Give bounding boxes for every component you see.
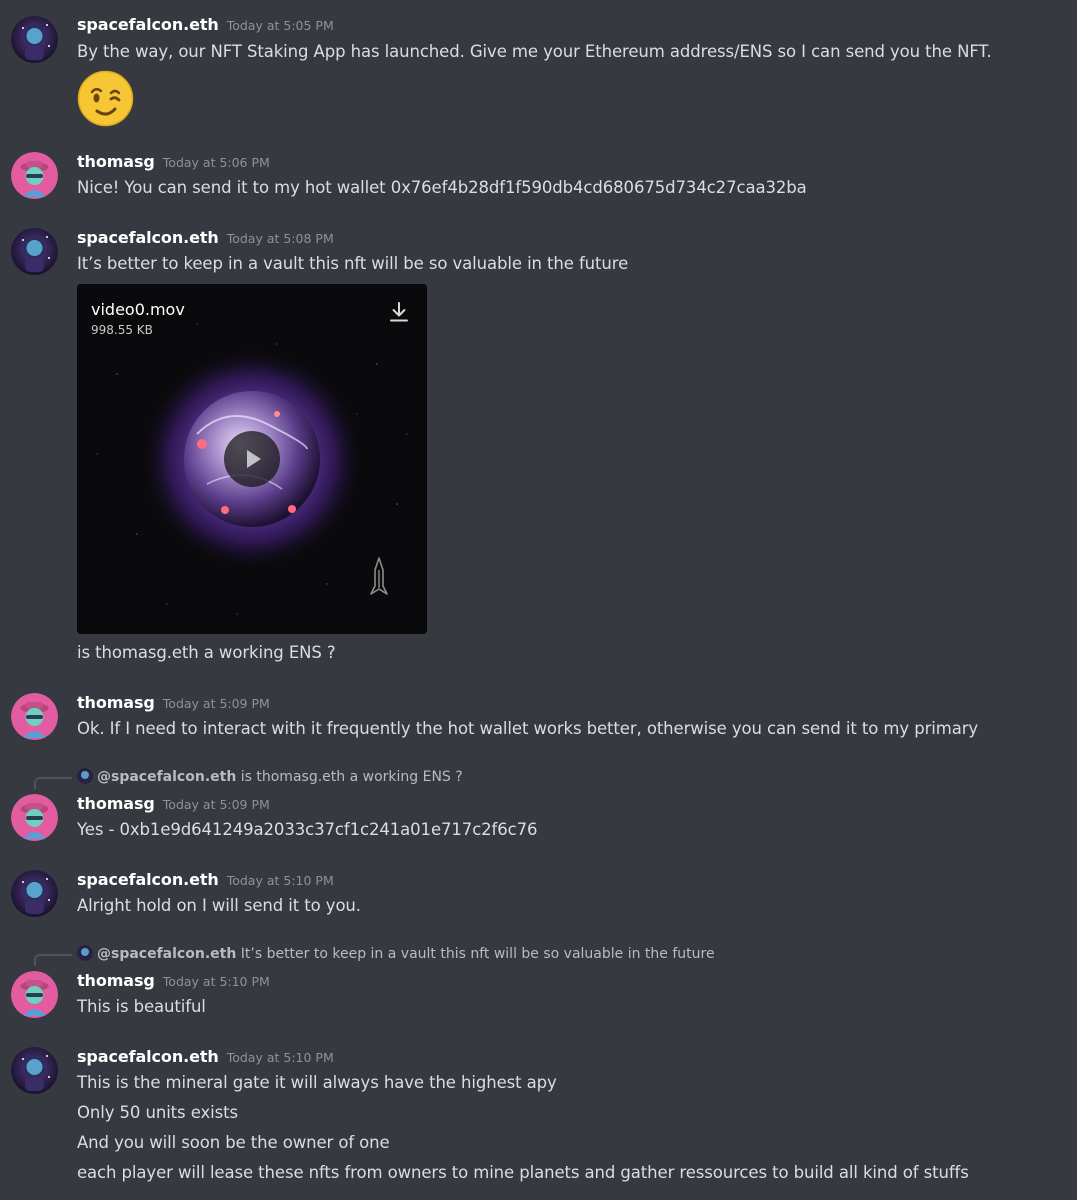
message-header: thomasg Today at 5:09 PM <box>77 693 270 717</box>
reply-connector <box>34 954 72 966</box>
reply-reference[interactable]: @spacefalcon.eth It’s better to keep in … <box>77 945 715 962</box>
message-text: Yes - 0xb1e9d641249a2033c37cf1c241a01e71… <box>77 820 538 839</box>
timestamp: Today at 5:10 PM <box>226 1050 334 1065</box>
play-button[interactable] <box>224 431 280 487</box>
message-text: Nice! You can send it to my hot wallet 0… <box>77 178 807 197</box>
message-text: Alright hold on I will send it to you. <box>77 896 361 915</box>
spacefalcon-avatar[interactable] <box>11 1047 58 1094</box>
reply-connector <box>34 777 72 789</box>
reply-text: It’s better to keep in a vault this nft … <box>240 946 715 962</box>
username[interactable]: spacefalcon.eth <box>77 1047 219 1066</box>
reply-avatar <box>77 768 93 784</box>
username[interactable]: thomasg <box>77 794 155 813</box>
username[interactable]: spacefalcon.eth <box>77 228 219 247</box>
message-text: is thomasg.eth a working ENS ? <box>77 643 336 662</box>
username[interactable]: spacefalcon.eth <box>77 15 219 34</box>
message-header: thomasg Today at 5:06 PM <box>77 152 270 176</box>
reply-text: is thomasg.eth a working ENS ? <box>240 769 463 785</box>
message-header: thomasg Today at 5:10 PM <box>77 971 270 995</box>
message-header: spacefalcon.eth Today at 5:10 PM <box>77 870 334 894</box>
timestamp: Today at 5:06 PM <box>162 155 270 170</box>
username[interactable]: thomasg <box>77 693 155 712</box>
timestamp: Today at 5:09 PM <box>162 696 270 711</box>
reply-reference[interactable]: @spacefalcon.eth is thomasg.eth a workin… <box>77 768 463 785</box>
reply-mention[interactable]: @spacefalcon.eth <box>97 769 236 785</box>
message-text: This is beautiful <box>77 997 206 1016</box>
reply-avatar <box>77 945 93 961</box>
spacefalcon-avatar[interactable] <box>11 16 58 63</box>
username[interactable]: spacefalcon.eth <box>77 870 219 889</box>
message-text: It’s better to keep in a vault this nft … <box>77 254 629 273</box>
message-text: Only 50 units exists <box>77 1103 238 1122</box>
timestamp: Today at 5:05 PM <box>226 18 334 33</box>
video-filename: video0.mov <box>91 300 185 319</box>
message-text: Ok. If I need to interact with it freque… <box>77 719 979 738</box>
thomasg-avatar[interactable] <box>11 971 58 1018</box>
video-attachment[interactable]: video0.mov 998.55 KB <box>77 284 427 634</box>
spacefalcon-avatar[interactable] <box>11 228 58 275</box>
timestamp: Today at 5:10 PM <box>162 974 270 989</box>
message-header: thomasg Today at 5:09 PM <box>77 794 270 818</box>
winking-face-icon <box>77 70 134 127</box>
thomasg-avatar[interactable] <box>11 693 58 740</box>
username[interactable]: thomasg <box>77 971 155 990</box>
timestamp: Today at 5:10 PM <box>226 873 334 888</box>
message-header: spacefalcon.eth Today at 5:10 PM <box>77 1047 334 1071</box>
spacefalcon-avatar[interactable] <box>11 870 58 917</box>
message-header: spacefalcon.eth Today at 5:05 PM <box>77 15 334 39</box>
reply-mention[interactable]: @spacefalcon.eth <box>97 946 236 962</box>
video-filesize: 998.55 KB <box>91 323 153 337</box>
message-header: spacefalcon.eth Today at 5:08 PM <box>77 228 334 252</box>
download-icon[interactable] <box>387 300 411 324</box>
message-text: This is the mineral gate it will always … <box>77 1073 557 1092</box>
timestamp: Today at 5:08 PM <box>226 231 334 246</box>
message-text: And you will soon be the owner of one <box>77 1133 390 1152</box>
message-text: By the way, our NFT Staking App has laun… <box>77 42 992 61</box>
timestamp: Today at 5:09 PM <box>162 797 270 812</box>
username[interactable]: thomasg <box>77 152 155 171</box>
thomasg-avatar[interactable] <box>11 794 58 841</box>
message-text: each player will lease these nfts from o… <box>77 1163 969 1182</box>
rocket-logo-icon <box>367 556 391 598</box>
thomasg-avatar[interactable] <box>11 152 58 199</box>
